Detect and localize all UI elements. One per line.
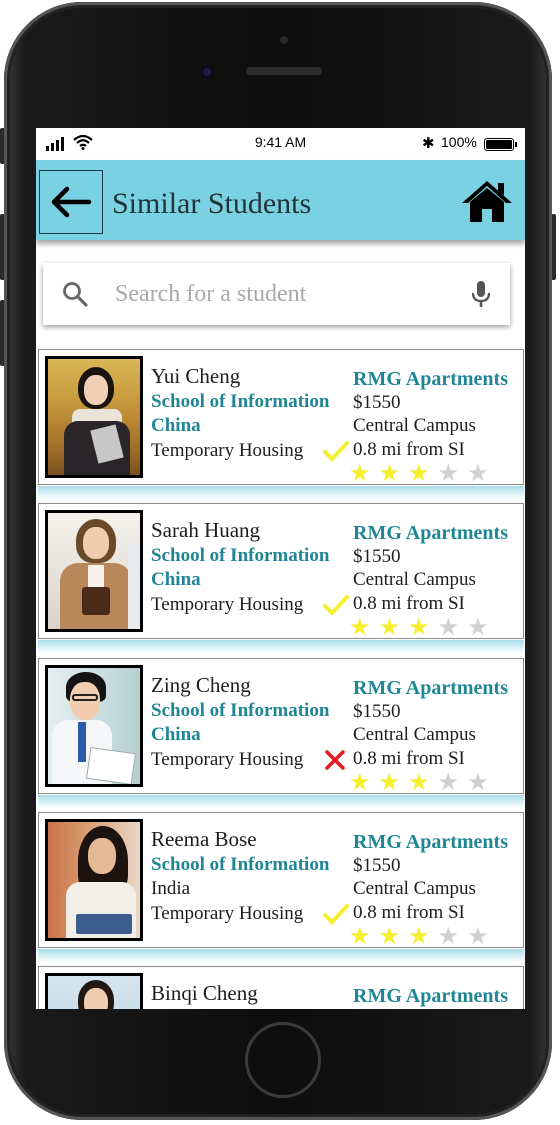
star-icon-empty: ★ bbox=[437, 459, 460, 487]
apartment-name[interactable]: RMG Apartments bbox=[353, 831, 508, 854]
card-divider bbox=[38, 949, 524, 963]
housing-status-label: Temporary Housing bbox=[151, 440, 304, 461]
student-name: Reema Bose bbox=[151, 827, 257, 851]
page-title: Similar Students bbox=[112, 187, 312, 220]
star-icon-filled: ★ bbox=[408, 922, 430, 950]
card-divider bbox=[38, 795, 524, 809]
star-icon-filled: ★ bbox=[378, 459, 401, 487]
student-country: China bbox=[151, 724, 201, 745]
rent-price: $1550 bbox=[353, 546, 401, 567]
star-icon-filled: ★ bbox=[349, 922, 371, 950]
check-icon bbox=[323, 441, 349, 462]
home-button[interactable] bbox=[245, 1022, 321, 1098]
student-school: School of Information bbox=[151, 545, 330, 566]
card-divider bbox=[38, 640, 524, 654]
rating-stars: ★ ★ ★ ★ ★ bbox=[349, 615, 489, 639]
star-icon-empty: ★ bbox=[467, 768, 489, 796]
student-card[interactable]: Yui Cheng School of Information China Te… bbox=[38, 349, 524, 485]
student-card[interactable]: Binqi Cheng RMG Apartments bbox=[38, 966, 524, 1009]
student-photo bbox=[45, 510, 143, 632]
star-icon-empty: ★ bbox=[437, 922, 460, 950]
student-card[interactable]: Sarah Huang School of Information China … bbox=[38, 503, 524, 639]
star-icon-filled: ★ bbox=[349, 459, 371, 487]
student-photo bbox=[45, 665, 143, 787]
rating-stars: ★ ★ ★ ★ ★ bbox=[349, 461, 489, 485]
student-country: China bbox=[151, 415, 201, 436]
star-icon-empty: ★ bbox=[467, 459, 489, 487]
back-button[interactable] bbox=[39, 170, 103, 234]
star-icon-filled: ★ bbox=[408, 613, 430, 641]
apartment-name[interactable]: RMG Apartments bbox=[353, 368, 508, 391]
campus-area: Central Campus bbox=[353, 878, 476, 899]
star-icon-filled: ★ bbox=[378, 922, 401, 950]
student-school: School of Information bbox=[151, 854, 330, 875]
star-icon-empty: ★ bbox=[437, 613, 460, 641]
housing-status-label: Temporary Housing bbox=[151, 594, 304, 615]
star-icon-filled: ★ bbox=[378, 768, 401, 796]
cross-icon bbox=[325, 750, 345, 770]
student-school: School of Information bbox=[151, 391, 330, 412]
app-header: Similar Students bbox=[36, 160, 525, 240]
distance: 0.8 mi from SI bbox=[353, 439, 465, 460]
front-camera bbox=[200, 65, 214, 79]
check-icon bbox=[323, 595, 349, 616]
distance: 0.8 mi from SI bbox=[353, 593, 465, 614]
rating-stars: ★ ★ ★ ★ ★ bbox=[349, 770, 489, 794]
campus-area: Central Campus bbox=[353, 569, 476, 590]
status-bar: 9:41 AM ✱ 100% bbox=[36, 128, 525, 158]
student-country: India bbox=[151, 878, 191, 899]
star-icon-empty: ★ bbox=[467, 613, 489, 641]
earpiece-speaker bbox=[246, 67, 322, 75]
star-icon-filled: ★ bbox=[408, 459, 430, 487]
battery-percent: 100% bbox=[441, 134, 477, 150]
card-divider bbox=[38, 486, 524, 500]
microphone-icon[interactable] bbox=[471, 279, 491, 309]
student-name: Sarah Huang bbox=[151, 518, 261, 542]
student-school: School of Information bbox=[151, 700, 330, 721]
student-name: Yui Cheng bbox=[151, 364, 241, 388]
student-card[interactable]: Zing Cheng School of Information China T… bbox=[38, 658, 524, 794]
star-icon-empty: ★ bbox=[467, 922, 489, 950]
housing-status-label: Temporary Housing bbox=[151, 749, 304, 770]
battery-icon bbox=[484, 138, 517, 151]
star-icon-filled: ★ bbox=[408, 768, 430, 796]
rating-stars: ★ ★ ★ ★ ★ bbox=[349, 924, 489, 948]
search-bar[interactable]: Search for a student bbox=[43, 263, 510, 325]
campus-area: Central Campus bbox=[353, 724, 476, 745]
apartment-name[interactable]: RMG Apartments bbox=[353, 985, 508, 1008]
student-photo bbox=[45, 356, 143, 478]
star-icon-filled: ★ bbox=[349, 768, 371, 796]
star-icon-empty: ★ bbox=[437, 768, 460, 796]
student-photo bbox=[45, 819, 143, 941]
student-photo bbox=[45, 973, 143, 1009]
distance: 0.8 mi from SI bbox=[353, 902, 465, 923]
apartment-name[interactable]: RMG Apartments bbox=[353, 522, 508, 545]
rent-price: $1550 bbox=[353, 855, 401, 876]
search-icon bbox=[63, 282, 88, 307]
screen: 9:41 AM ✱ 100% Similar Students Search f… bbox=[36, 128, 525, 1009]
bluetooth-icon: ✱ bbox=[422, 135, 435, 152]
campus-area: Central Campus bbox=[353, 415, 476, 436]
student-name: Binqi Cheng bbox=[151, 981, 258, 1005]
arrow-left-icon bbox=[51, 186, 92, 218]
star-icon-filled: ★ bbox=[378, 613, 401, 641]
rent-price: $1550 bbox=[353, 701, 401, 722]
home-icon[interactable] bbox=[460, 178, 514, 224]
star-icon-filled: ★ bbox=[349, 613, 371, 641]
distance: 0.8 mi from SI bbox=[353, 748, 465, 769]
student-card[interactable]: Reema Bose School of Information India T… bbox=[38, 812, 524, 948]
search-input[interactable]: Search for a student bbox=[115, 281, 306, 308]
check-icon bbox=[323, 904, 349, 925]
housing-status-label: Temporary Housing bbox=[151, 903, 304, 924]
student-name: Zing Cheng bbox=[151, 673, 251, 697]
rent-price: $1550 bbox=[353, 392, 401, 413]
apartment-name[interactable]: RMG Apartments bbox=[353, 677, 508, 700]
student-country: China bbox=[151, 569, 201, 590]
proximity-sensor bbox=[280, 36, 288, 44]
